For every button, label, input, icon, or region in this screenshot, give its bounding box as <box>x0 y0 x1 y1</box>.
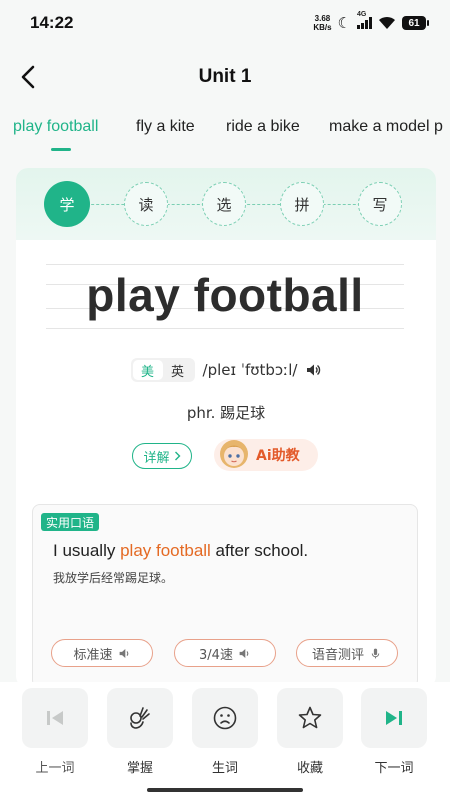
battery-icon: 61 <box>402 16 429 30</box>
example-sentence-highlight: play football <box>120 541 211 560</box>
bottom-action-bar: 上一词 掌握 生词 收藏 下一词 <box>0 682 450 800</box>
wifi-icon <box>379 16 395 29</box>
status-time: 14:22 <box>30 13 74 32</box>
speaker-icon <box>119 648 128 658</box>
active-tab-indicator <box>51 148 71 151</box>
master-icon-box <box>107 688 173 748</box>
word-text: play football <box>86 269 364 321</box>
accent-toggle: 美 英 <box>130 358 195 382</box>
master-button[interactable]: 掌握 <box>107 688 173 778</box>
sad-face-icon <box>213 706 237 730</box>
ai-tutor-avatar <box>220 440 248 468</box>
word-card: 学 读 选 拼 写 play football 美 英 /pleɪ ˈfʊtbɔ… <box>16 168 436 688</box>
standard-speed-button[interactable]: 标准速 <box>51 639 153 667</box>
tab-ride-a-bike[interactable]: ride a bike <box>226 118 300 136</box>
skip-next-icon <box>386 711 402 725</box>
microphone-icon <box>371 648 380 658</box>
step-choose[interactable]: 选 <box>202 182 246 226</box>
tab-fly-a-kite[interactable]: fly a kite <box>136 118 195 136</box>
status-icons: 3.68 KB/s ☾ 4G 61 <box>313 11 429 32</box>
word-definition: phr. 踢足球 <box>186 404 266 422</box>
battery-level: 61 <box>408 17 420 29</box>
phrase-tabs: play football fly a kite ride a bike mak… <box>0 110 450 154</box>
ok-hand-icon <box>130 707 150 729</box>
voice-evaluation-label: 语音测评 <box>311 647 364 663</box>
network-speed: 3.68 KB/s <box>313 14 331 32</box>
word-display: play football <box>46 264 404 332</box>
example-sentence: I usually play football after school. <box>53 541 308 561</box>
tab-play-football[interactable]: play football <box>13 118 98 136</box>
step-write[interactable]: 写 <box>358 182 402 226</box>
master-label: 掌握 <box>126 761 153 776</box>
pronunciation-row: 美 英 /pleɪ ˈfʊtbɔːl/ <box>16 356 436 384</box>
step-spell[interactable]: 拼 <box>280 182 324 226</box>
voice-evaluation-button[interactable]: 语音测评 <box>296 639 398 667</box>
prev-word-button[interactable]: 上一词 <box>22 688 88 778</box>
favorite-button[interactable]: 收藏 <box>277 688 343 778</box>
example-sentence-after: after school. <box>210 541 309 560</box>
nav-bar: Unit 1 <box>0 52 450 102</box>
favorite-icon-box <box>277 688 343 748</box>
new-word-label: 生词 <box>211 761 238 776</box>
chevron-left-icon <box>21 65 35 89</box>
prev-word-label: 上一词 <box>35 761 75 776</box>
ai-tutor-label: Ai助教 <box>256 448 300 464</box>
star-icon <box>298 706 322 729</box>
moon-icon: ☾ <box>337 14 351 32</box>
favorite-label: 收藏 <box>296 761 323 776</box>
three-quarter-speed-label: 3/4速 <box>199 647 233 663</box>
home-indicator[interactable] <box>147 788 303 792</box>
new-word-button[interactable]: 生词 <box>192 688 258 778</box>
speaker-icon <box>239 648 249 658</box>
learning-steps: 学 读 选 拼 写 <box>16 168 436 240</box>
step-read[interactable]: 读 <box>124 182 168 226</box>
detail-button-label: 详解 <box>143 450 170 466</box>
network-speed-value: 3.68 <box>314 14 331 23</box>
example-translation: 我放学后经常踢足球。 <box>53 571 174 585</box>
ai-tutor-button[interactable]: Ai助教 <box>214 439 318 471</box>
prev-word-icon-box <box>22 688 88 748</box>
next-word-icon-box <box>361 688 427 748</box>
next-word-label: 下一词 <box>374 761 414 776</box>
three-quarter-speed-button[interactable]: 3/4速 <box>174 639 276 667</box>
example-sentence-box: 实用口语 I usually play football after schoo… <box>32 504 418 688</box>
network-speed-unit: KB/s <box>313 23 332 32</box>
new-word-icon-box <box>192 688 258 748</box>
signal-icon: 4G <box>357 11 372 29</box>
detail-button[interactable]: 详解 <box>132 443 192 469</box>
tab-make-a-model[interactable]: make a model p <box>329 118 443 136</box>
skip-previous-icon <box>47 711 63 725</box>
chevron-right-icon <box>174 451 180 461</box>
page-title: Unit 1 <box>198 66 252 87</box>
back-button[interactable] <box>14 62 42 92</box>
network-type: 4G <box>357 11 367 18</box>
standard-speed-label: 标准速 <box>73 647 113 663</box>
accent-us-button[interactable]: 美 <box>132 360 163 380</box>
next-word-button[interactable]: 下一词 <box>361 688 427 778</box>
accent-uk-button[interactable]: 英 <box>163 360 193 380</box>
step-learn[interactable]: 学 <box>44 181 90 227</box>
example-tag: 实用口语 <box>41 513 100 531</box>
speaker-icon[interactable] <box>305 362 321 378</box>
status-bar: 14:22 3.68 KB/s ☾ 4G 61 <box>0 0 450 46</box>
example-sentence-before: I usually <box>53 541 121 560</box>
phonetic-text: /pleɪ ˈfʊtbɔːl/ <box>202 361 298 379</box>
